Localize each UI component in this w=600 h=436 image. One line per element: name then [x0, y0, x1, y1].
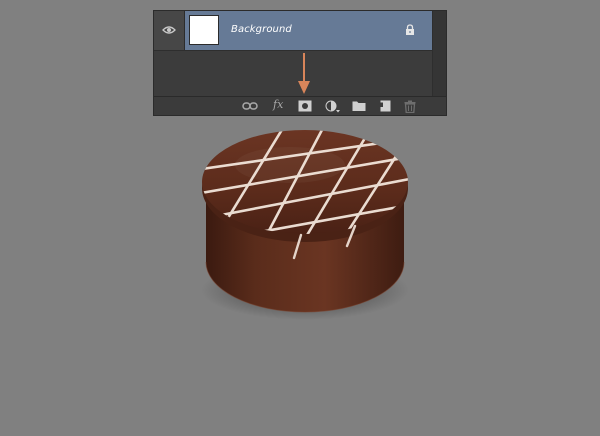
layer-thumbnail[interactable] [189, 15, 219, 45]
fx-layer-style-icon[interactable]: fx [273, 98, 283, 111]
new-group-icon[interactable] [352, 100, 366, 112]
chocolate-candy-image [201, 130, 409, 320]
layers-list: Background [154, 11, 432, 97]
link-layers-icon[interactable] [242, 100, 258, 112]
lock-icon[interactable] [405, 24, 415, 36]
visibility-toggle[interactable] [154, 11, 185, 50]
layers-scrollbar[interactable] [432, 11, 446, 97]
adjustment-layer-icon[interactable] [325, 100, 341, 113]
delete-layer-icon[interactable] [404, 100, 416, 113]
layers-footer-toolbar: fx [154, 96, 446, 115]
layer-name-label[interactable]: Background [231, 24, 292, 35]
add-layer-mask-icon[interactable] [298, 100, 312, 112]
annotation-arrow [298, 53, 310, 94]
layer-row-background[interactable]: Background [154, 11, 432, 51]
new-layer-icon[interactable] [378, 100, 391, 112]
eye-icon[interactable] [162, 25, 176, 35]
